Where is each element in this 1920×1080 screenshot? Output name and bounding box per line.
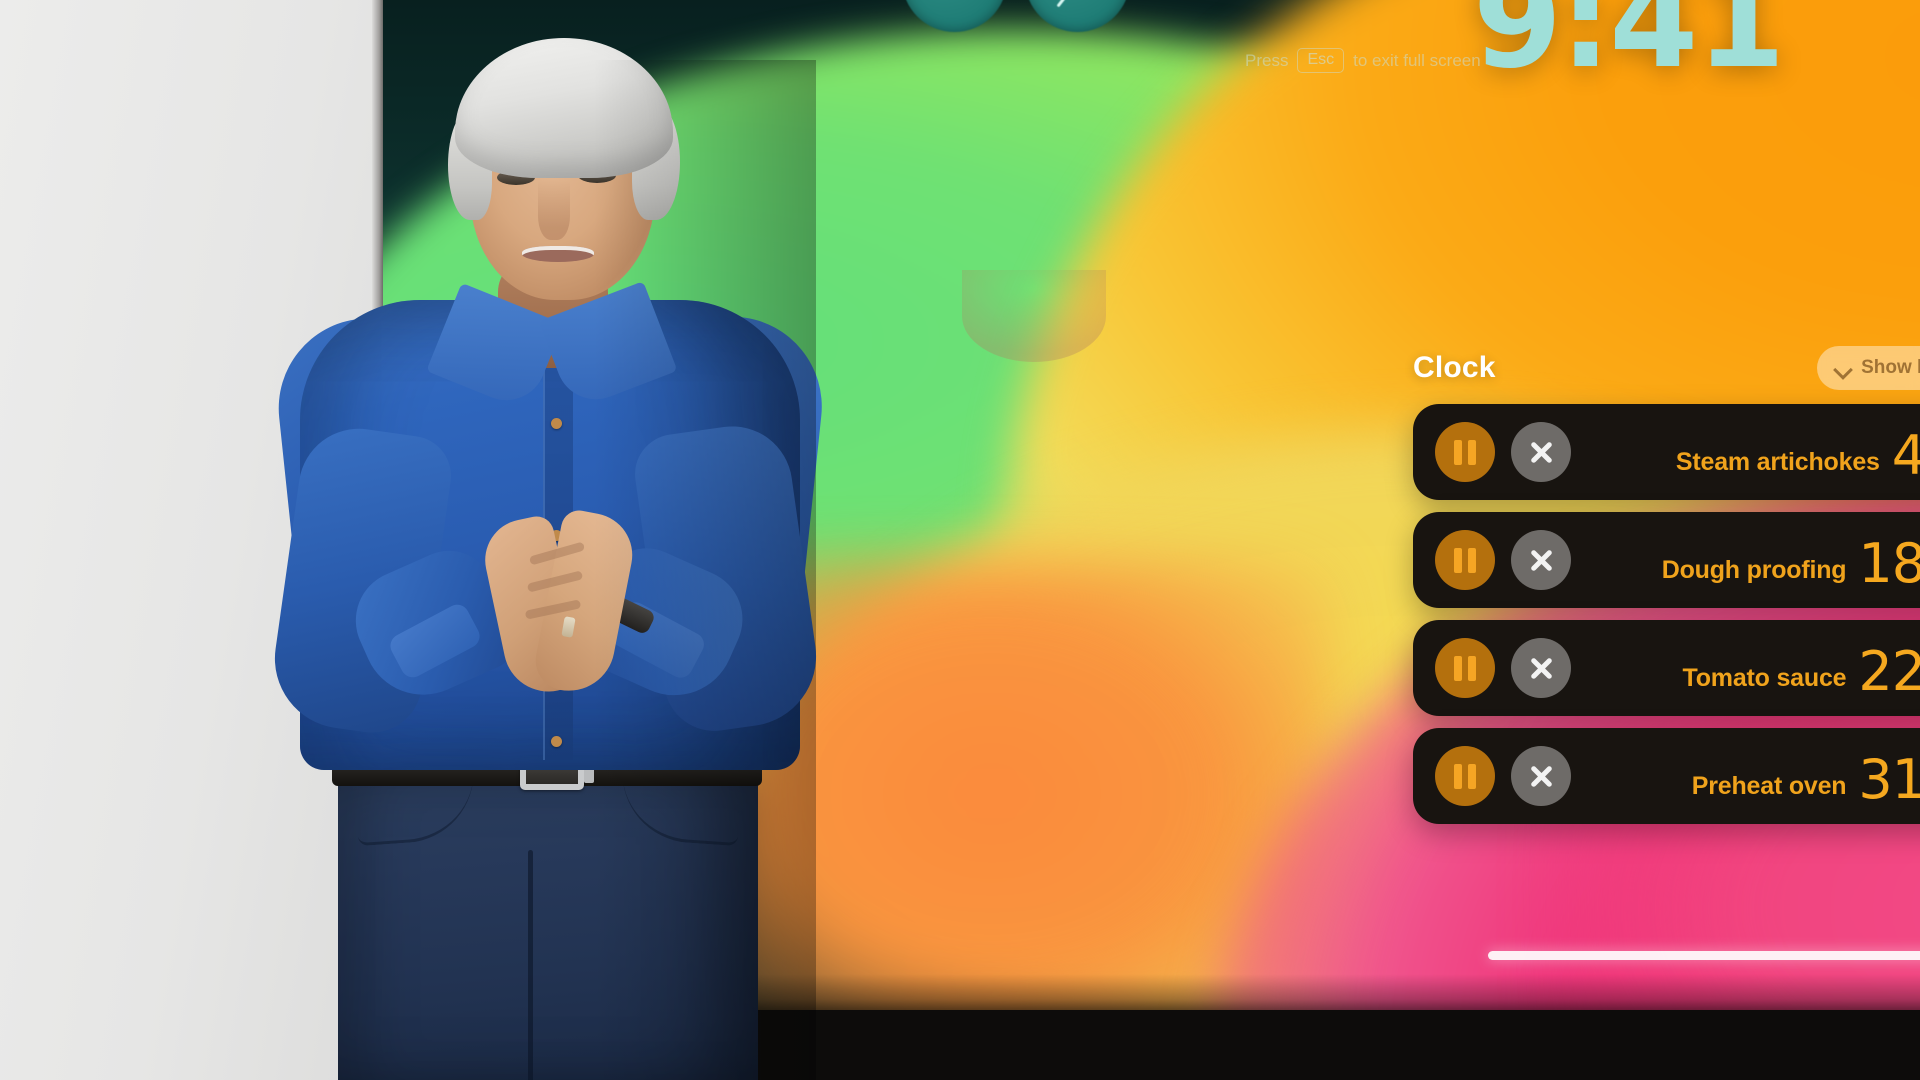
clock-hand-hour-2 — [1056, 0, 1079, 8]
jeans-seam — [528, 850, 533, 1080]
chevron-down-icon — [1835, 361, 1850, 376]
screenshot-stage: SFO PAR 9:41 Press Esc to exit full scre… — [0, 0, 1920, 1080]
presenter-hands — [477, 505, 640, 705]
clock-widget-actions: Show less — [1817, 346, 1920, 390]
pause-bar-left — [1454, 763, 1462, 789]
esc-key[interactable]: Esc — [1297, 48, 1345, 74]
timer-meta: Dough proofing 18:46 — [1661, 533, 1920, 591]
timer-meta: Preheat oven 31:20 — [1691, 749, 1920, 807]
timer-label: Dough proofing — [1661, 556, 1847, 584]
pause-bar-left — [1454, 655, 1462, 681]
table-row[interactable]: Steam artichokes 4:59 — [1413, 404, 1920, 500]
clock-widget: Clock Show less — [1413, 340, 1920, 824]
timer-label: Preheat oven — [1691, 772, 1847, 800]
home-indicator[interactable] — [1488, 951, 1920, 960]
timer-list: Steam artichokes 4:59 Dough proofing 18: — [1413, 404, 1920, 824]
timer-meta: Tomato sauce 22:35 — [1682, 641, 1920, 699]
timer-time: 4:59 — [1891, 424, 1920, 487]
stop-icon[interactable] — [1511, 422, 1571, 482]
presenter-nose — [538, 180, 570, 240]
stop-icon[interactable] — [1511, 746, 1571, 806]
table-row[interactable]: Tomato sauce 22:35 — [1413, 620, 1920, 716]
esc-hint-suffix: to exit full screen — [1353, 50, 1481, 70]
esc-hint-prefix: Press — [1245, 50, 1289, 70]
pause-bar-left — [1454, 547, 1462, 573]
pause-icon[interactable] — [1435, 422, 1495, 482]
clock-widget-header: Clock Show less — [1413, 340, 1920, 396]
pause-bar-right — [1468, 547, 1476, 573]
stop-icon[interactable] — [1511, 638, 1571, 698]
world-clock-face-2[interactable]: PAR — [1025, 0, 1130, 32]
table-row[interactable]: Preheat oven 31:20 — [1413, 728, 1920, 824]
timer-time: 18:46 — [1858, 532, 1920, 595]
pause-bar-right — [1468, 655, 1476, 681]
presenter-jaw-shading — [962, 270, 1106, 362]
presenter-mouth — [522, 246, 594, 262]
pause-icon[interactable] — [1435, 746, 1495, 806]
exit-fullscreen-hint: Press Esc to exit full screen — [1245, 48, 1481, 74]
shirt-button — [551, 736, 562, 747]
table-row[interactable]: Dough proofing 18:46 — [1413, 512, 1920, 608]
timer-label: Tomato sauce — [1682, 664, 1847, 692]
presenter-hair — [455, 38, 673, 178]
timer-label: Steam artichokes — [1675, 448, 1880, 476]
pause-bar-left — [1454, 439, 1462, 465]
status-clock: 9:41 — [1473, 0, 1785, 97]
clock-widget-title: Clock — [1413, 351, 1496, 384]
shirt-button — [551, 418, 562, 429]
timer-meta: Steam artichokes 4:59 — [1675, 425, 1920, 483]
presenter — [0, 0, 1106, 1080]
presenter-jeans — [338, 760, 758, 1080]
show-less-label: Show less — [1861, 357, 1920, 378]
pause-bar-right — [1468, 763, 1476, 789]
world-clock-face-1[interactable]: SFO — [902, 0, 1007, 32]
world-clock-widget[interactable]: SFO PAR — [891, 0, 1141, 54]
pause-bar-right — [1468, 439, 1476, 465]
timer-time: 22:35 — [1858, 640, 1920, 703]
pause-icon[interactable] — [1435, 530, 1495, 590]
timer-time: 31:20 — [1858, 748, 1920, 811]
stop-icon[interactable] — [1511, 530, 1571, 590]
show-less-button[interactable]: Show less — [1817, 346, 1920, 390]
pause-icon[interactable] — [1435, 638, 1495, 698]
